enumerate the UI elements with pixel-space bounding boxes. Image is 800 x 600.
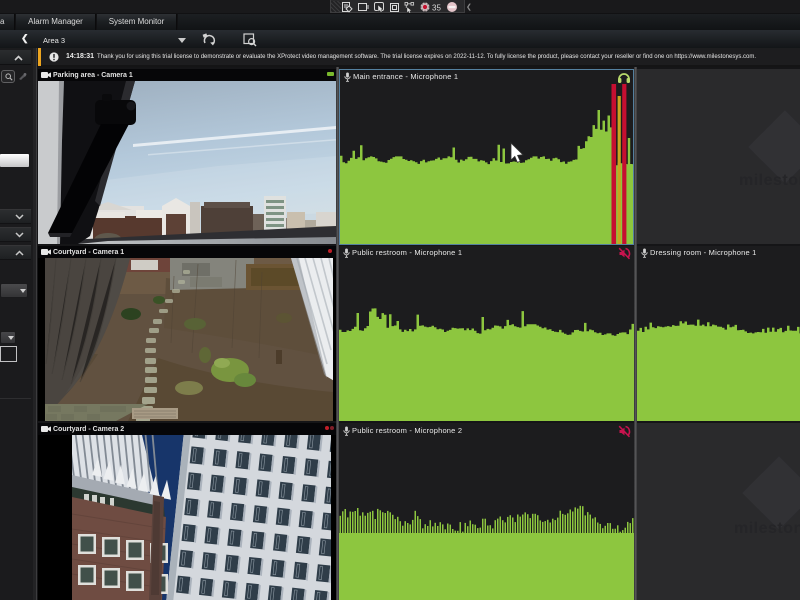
svg-text:35: 35 [432,4,441,13]
